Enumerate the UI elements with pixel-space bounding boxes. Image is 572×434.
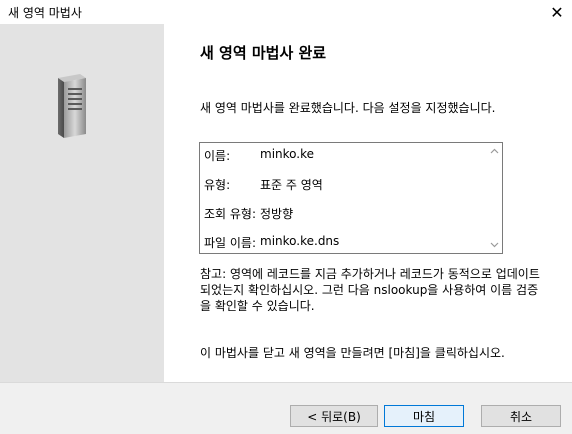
- summary-value: minko.ke.dns: [260, 234, 340, 248]
- chevron-down-icon: [490, 242, 498, 248]
- summary-value: minko.ke: [260, 147, 314, 161]
- summary-value: 정방향: [260, 207, 294, 221]
- close-button[interactable]: ✕: [542, 0, 572, 24]
- cancel-button[interactable]: 취소: [481, 405, 561, 427]
- window-title: 새 영역 마법사: [8, 6, 82, 20]
- back-button[interactable]: < 뒤로(B): [290, 405, 378, 427]
- summary-key: 파일 이름:: [204, 236, 257, 250]
- finish-button[interactable]: 마침: [384, 405, 464, 427]
- summary-scrollbar[interactable]: [486, 143, 502, 253]
- summary-key: 유형:: [204, 178, 231, 192]
- page-title: 새 영역 마법사 완료: [200, 44, 327, 62]
- summary-value: 표준 주 영역: [260, 178, 323, 192]
- summary-key: 조회 유형:: [204, 207, 257, 221]
- chevron-up-icon: [490, 148, 498, 154]
- title-bar: 새 영역 마법사 ✕: [0, 0, 572, 24]
- wizard-content: 새 영역 마법사 완료 새 영역 마법사를 완료했습니다. 다음 설정을 지정했…: [164, 24, 572, 382]
- wizard-side-panel: [0, 24, 164, 382]
- intro-text: 새 영역 마법사를 완료했습니다. 다음 설정을 지정했습니다.: [200, 101, 496, 115]
- server-icon: [58, 74, 86, 138]
- note-text: 참고: 영역에 레코드를 지금 추가하거나 레코드가 동적으로 업데이트되었는지…: [200, 267, 540, 313]
- finish-hint-text: 이 마법사를 닫고 새 영역을 만들려면 [마침]을 클릭하십시오.: [200, 346, 505, 360]
- button-bar-separator: [0, 382, 572, 383]
- close-icon: ✕: [550, 2, 564, 22]
- scroll-down-button[interactable]: [486, 237, 502, 253]
- summary-key: 이름:: [204, 149, 231, 163]
- scroll-up-button[interactable]: [486, 143, 502, 159]
- settings-summary-box[interactable]: 이름: minko.ke 유형: 표준 주 영역 조회 유형: 정방향 파일 이…: [199, 142, 503, 254]
